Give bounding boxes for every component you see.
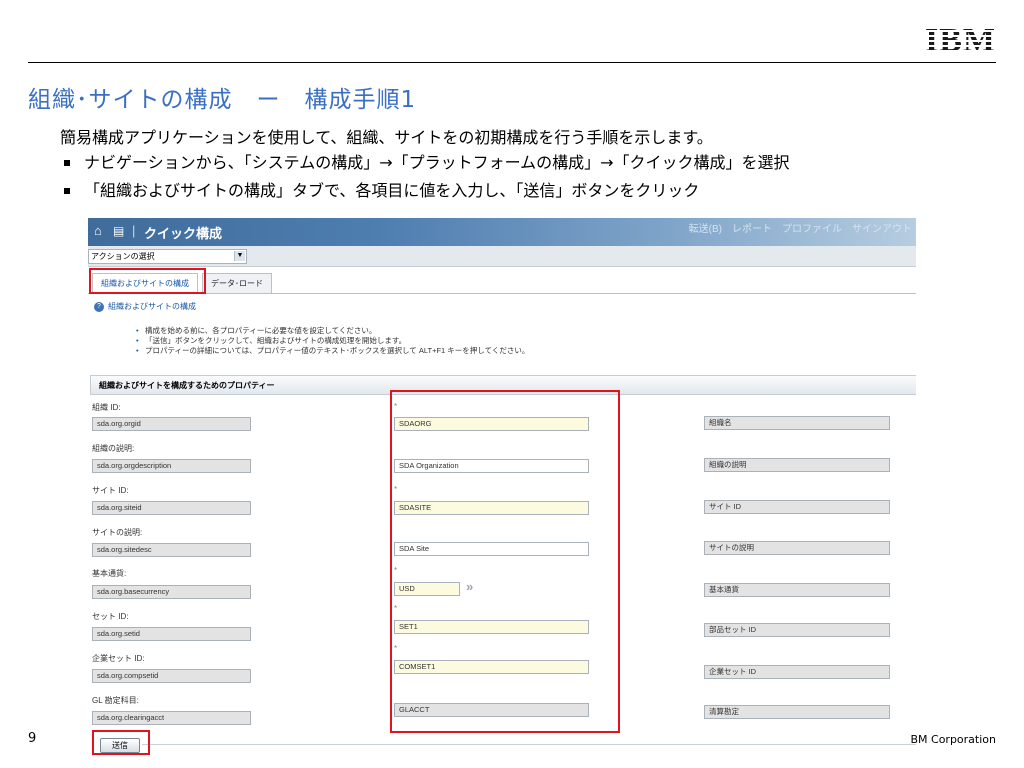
set-id-description: 部品セット ID	[704, 623, 890, 637]
submit-button[interactable]: 送信	[100, 738, 140, 753]
site-id-property-field: sda.org.siteid	[92, 501, 251, 515]
required-marker: *	[394, 604, 398, 613]
instruction-item: 「送信」ボタンをクリックして、組織およびサイトの構成処理を開始します。	[136, 336, 529, 346]
site-description-label: サイトの説明:	[92, 528, 143, 537]
copyright-text: BM Corporation	[910, 733, 996, 746]
site-description-property-field: sda.org.sitedesc	[92, 543, 251, 557]
tab-org-site-config[interactable]: 組織およびサイトの構成	[92, 273, 198, 294]
required-marker: *	[394, 644, 398, 653]
value-column-highlight-box	[390, 390, 620, 733]
gl-account-input[interactable]: GLACCT	[394, 703, 589, 717]
home-icon[interactable]: ⌂	[94, 224, 108, 238]
slide-title: 組織･サイトの構成 ー 構成手順1	[28, 87, 417, 113]
required-marker: *	[394, 402, 398, 411]
org-id-input[interactable]: SDAORG	[394, 417, 589, 431]
bullet-list: ナビゲーションから、「システムの構成」→「プラットフォームの構成」→「クイック構…	[62, 151, 790, 207]
info-icon: ?	[94, 301, 104, 312]
instruction-list: 構成を始める前に、各プロパティーに必要な値を設定してください。 「送信」ボタンを…	[136, 326, 529, 356]
select-action-label: アクションの選択	[91, 252, 155, 261]
base-currency-label: 基本通貨:	[92, 569, 127, 578]
app-header: ⌂ ▤ | クイック構成 転送(B) レポート プロファイル サインアウト	[88, 218, 916, 246]
site-id-label: サイト ID:	[92, 486, 129, 495]
set-id-property-field: sda.org.setid	[92, 627, 251, 641]
org-description-property-field: sda.org.orgdescription	[92, 459, 251, 473]
header-divider: |	[132, 223, 136, 238]
footer-divider	[142, 744, 916, 745]
section-title: ? 組織およびサイトの構成	[94, 301, 196, 312]
gl-account-description: 清算勘定	[704, 705, 890, 719]
org-id-label: 組織 ID:	[92, 403, 121, 412]
bulletin-icon[interactable]: ▤	[113, 224, 124, 238]
required-marker: *	[394, 485, 398, 494]
app-screenshot: ⌂ ▤ | クイック構成 転送(B) レポート プロファイル サインアウト アク…	[88, 218, 916, 755]
ibm-logo: IBM	[925, 22, 996, 59]
company-set-id-property-field: sda.org.compsetid	[92, 669, 251, 683]
page-number: 9	[28, 731, 37, 746]
chevron-down-icon[interactable]: ▼	[234, 251, 245, 261]
intro-text: 簡易構成アプリケーションを使用して、組織、サイトをの初期構成を行う手順を示します…	[60, 128, 713, 147]
base-currency-property-field: sda.org.basecurrency	[92, 585, 251, 599]
org-description-label: 組織の説明:	[92, 444, 135, 453]
base-currency-description: 基本通貨	[704, 583, 890, 597]
set-id-input[interactable]: SET1	[394, 620, 589, 634]
required-marker: *	[394, 566, 398, 575]
set-id-label: セット ID:	[92, 612, 129, 621]
tab-bar: 組織およびサイトの構成 データ･ロード	[88, 267, 916, 294]
tab-data-load[interactable]: データ･ロード	[202, 273, 272, 293]
header-rule	[28, 62, 996, 63]
properties-header: 組織およびサイトを構成するためのプロパティー	[90, 375, 916, 395]
gl-account-label: GL 勘定科目:	[92, 696, 139, 705]
select-action-dropdown[interactable]: アクションの選択 ▼	[88, 249, 247, 264]
site-description-description: サイトの説明	[704, 541, 890, 555]
section-title-text: 組織およびサイトの構成	[108, 302, 196, 311]
site-id-description: サイト ID	[704, 500, 890, 514]
company-set-id-input[interactable]: COMSET1	[394, 660, 589, 674]
gl-account-property-field: sda.org.clearingacct	[92, 711, 251, 725]
company-set-id-label: 企業セット ID:	[92, 654, 145, 663]
bullet-item: 「組織およびサイトの構成」タブで、各項目に値を入力し、「送信」ボタンをクリック	[62, 179, 790, 207]
site-id-input[interactable]: SDASITE	[394, 501, 589, 515]
org-id-description: 組織名	[704, 416, 890, 430]
org-description-description: 組織の説明	[704, 458, 890, 472]
org-id-property-field: sda.org.orgid	[92, 417, 251, 431]
bullet-item: ナビゲーションから、「システムの構成」→「プラットフォームの構成」→「クイック構…	[62, 151, 790, 179]
org-description-input[interactable]: SDA Organization	[394, 459, 589, 473]
header-links[interactable]: 転送(B) レポート プロファイル サインアウト	[689, 220, 912, 235]
double-chevron-right-icon[interactable]: »	[466, 579, 473, 594]
site-description-input[interactable]: SDA Site	[394, 542, 589, 556]
instruction-item: プロパティーの詳細については、プロパティー値のテキスト･ボックスを選択して AL…	[136, 346, 529, 356]
app-title: クイック構成	[144, 226, 223, 241]
base-currency-input[interactable]: USD	[394, 582, 460, 596]
instruction-item: 構成を始める前に、各プロパティーに必要な値を設定してください。	[136, 326, 529, 336]
company-set-id-description: 企業セット ID	[704, 665, 890, 679]
action-toolbar: アクションの選択 ▼	[88, 246, 916, 267]
